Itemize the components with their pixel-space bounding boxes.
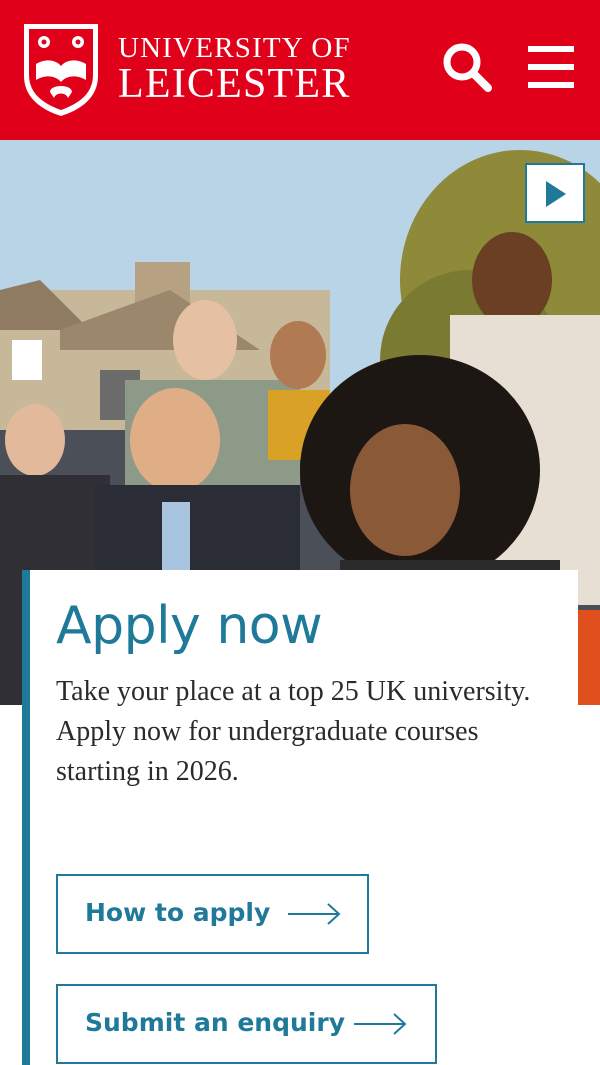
search-icon	[440, 43, 496, 100]
menu-button[interactable]	[522, 40, 580, 96]
hamburger-line	[528, 64, 574, 70]
card-accent-bar	[22, 570, 30, 1065]
site-header: UNIVERSITY OF LEICESTER	[0, 0, 600, 140]
arrow-right-icon	[288, 902, 342, 932]
university-wordmark[interactable]: UNIVERSITY OF LEICESTER	[118, 32, 351, 107]
card-title: Apply now	[56, 596, 323, 656]
brand-line-1: UNIVERSITY OF	[118, 32, 351, 64]
hamburger-line	[528, 46, 574, 52]
university-crest-logo[interactable]	[22, 22, 100, 118]
play-video-button[interactable]	[525, 163, 585, 223]
arrow-right-icon	[354, 1012, 408, 1042]
submit-enquiry-button[interactable]: Submit an enquiry	[56, 984, 437, 1064]
submit-enquiry-label: Submit an enquiry	[85, 1008, 345, 1037]
apply-card: Apply now Take your place at a top 25 UK…	[22, 570, 578, 1065]
how-to-apply-button[interactable]: How to apply	[56, 874, 369, 954]
card-description: Take your place at a top 25 UK universit…	[56, 676, 531, 787]
hamburger-line	[528, 82, 574, 88]
search-button[interactable]	[440, 40, 496, 96]
brand-line-2: LEICESTER	[118, 61, 351, 107]
how-to-apply-label: How to apply	[85, 898, 271, 927]
